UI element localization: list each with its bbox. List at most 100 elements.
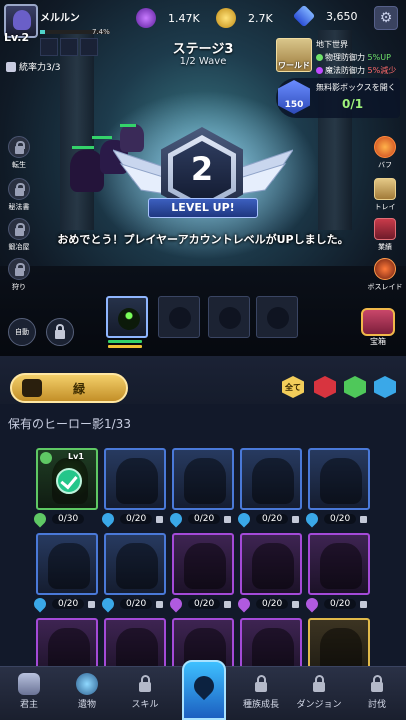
hero-portrait: [118, 308, 140, 330]
player-name: メルルン: [40, 13, 80, 24]
shard-counter: 0/20: [31, 595, 104, 613]
nav-race-growth[interactable]: 種族成長: [232, 667, 290, 720]
locked-hero-silhouette: [320, 543, 362, 589]
lock-icon: [292, 515, 300, 523]
empty-slot-silhouette: [169, 307, 191, 329]
shard-count: 0/20: [324, 599, 357, 609]
locked-hero-silhouette: [184, 543, 226, 589]
lock-icon: [8, 136, 30, 158]
hero-card[interactable]: [172, 448, 234, 510]
team-slot[interactable]: [256, 296, 298, 338]
treasure-chest-button[interactable]: 宝箱: [356, 308, 400, 347]
free-shadow-box-panel[interactable]: 150 無料影ボックスを開く 0/1: [276, 78, 400, 118]
hero-card[interactable]: [172, 533, 234, 595]
lock-icon: [224, 600, 232, 608]
hero-card[interactable]: Lv1: [36, 448, 98, 510]
settings-button[interactable]: ⚙: [374, 6, 398, 30]
gear-icon: ⚙: [379, 10, 393, 26]
side-label: ボスレイド: [367, 283, 403, 291]
hero-card[interactable]: [240, 448, 302, 510]
owned-count: 保有のヒーロー影1/33: [8, 417, 131, 431]
nav-label: 遺物: [77, 700, 96, 710]
nav-shadow-heroes[interactable]: [182, 660, 226, 720]
locked-hero-silhouette: [116, 543, 158, 589]
empty-slot-silhouette: [219, 307, 241, 329]
gold-coin-icon: [216, 8, 236, 28]
hero-card[interactable]: [104, 448, 166, 510]
auto-button[interactable]: 自動: [8, 318, 36, 346]
hood-icon: [13, 10, 31, 30]
side-label: 狩り: [12, 283, 26, 291]
purple-gem-value: 1.47K: [168, 11, 200, 25]
xp-bar-fill: [40, 30, 46, 34]
shadow-box-label: 無料影ボックスを開く: [316, 83, 396, 92]
lock-icon: [8, 258, 30, 280]
element-icon: [40, 452, 52, 464]
shard-counter: 0/20: [99, 595, 172, 613]
fist-icon: [18, 673, 40, 695]
shard-count: 0/20: [256, 599, 289, 609]
relic-icon: [76, 673, 98, 695]
lock-icon: [292, 600, 300, 608]
team-slot[interactable]: [208, 296, 250, 338]
shard-counter: 0/20: [235, 510, 308, 528]
shard-counter: 0/20: [99, 510, 172, 528]
nav-label: ダンジョン: [296, 700, 342, 710]
team-slot[interactable]: [106, 296, 148, 338]
nav-skills[interactable]: スキル: [116, 667, 174, 720]
lock-icon: [156, 600, 164, 608]
lock-icon: [8, 178, 30, 200]
side-label: 転生: [12, 161, 26, 169]
nav-subjugation[interactable]: 討伐: [348, 667, 406, 720]
shard-count: 0/20: [324, 514, 357, 524]
hero-card[interactable]: [308, 533, 370, 595]
locked-hero-silhouette: [252, 543, 294, 589]
purple-gem-icon: [136, 8, 156, 28]
xp-percent: 7.4%: [92, 28, 110, 36]
world-info: 地下世界 物理防御力 5%UP 魔法防御力 5%減少: [316, 38, 396, 77]
shard-counter: 0/30: [31, 510, 104, 528]
hero-card[interactable]: [308, 448, 370, 510]
lock-icon: [360, 515, 368, 523]
side-button-boss-raid[interactable]: ボスレイド: [366, 258, 404, 292]
side-label: 秘法書: [8, 203, 30, 211]
hero-level: Lv1: [68, 452, 84, 461]
nav-dungeon[interactable]: ダンジョン: [290, 667, 348, 720]
rarity-label: 緑: [72, 382, 85, 396]
side-button-rebirth[interactable]: 転生: [0, 136, 38, 170]
shard-count: 0/20: [120, 514, 153, 524]
purple-gem-counter[interactable]: 1.47K: [136, 8, 200, 28]
nav-lord[interactable]: 君主: [0, 667, 58, 720]
lock-icon: [308, 673, 330, 695]
lock-toggle-button[interactable]: [46, 318, 74, 346]
gold-counter[interactable]: 2.7K: [216, 8, 273, 28]
rarity-selector[interactable]: 緑: [10, 373, 128, 403]
team-slot[interactable]: [158, 296, 200, 338]
lock-icon: [88, 600, 96, 608]
shield-icon: [316, 54, 323, 61]
shard-count: 0/20: [52, 599, 85, 609]
nav-label: 君主: [19, 700, 38, 710]
shard-counter: 0/20: [167, 595, 240, 613]
blue-gem-counter[interactable]: 3,650: [292, 4, 358, 28]
shadow-box-progress: 0/1: [342, 97, 364, 111]
lock-icon: [360, 600, 368, 608]
nav-relics[interactable]: 遺物: [58, 667, 116, 720]
shadow-box-count: 150: [284, 100, 304, 110]
side-button-buff[interactable]: バフ: [366, 136, 404, 170]
scroll-icon: [374, 178, 396, 200]
hero-card[interactable]: [240, 533, 302, 595]
hero-card[interactable]: [36, 533, 98, 595]
lock-icon: [250, 673, 272, 695]
lock-icon: [156, 515, 164, 523]
locked-hero-silhouette: [48, 543, 90, 589]
shard-count: 0/20: [188, 599, 221, 609]
hero-card[interactable]: [104, 533, 166, 595]
enemy-hp-bar: [92, 136, 112, 139]
level-up-number: 2: [190, 150, 214, 188]
side-button-tray[interactable]: トレイ: [366, 178, 404, 212]
side-button-hunt[interactable]: 狩り: [0, 258, 38, 292]
magic-defense-value: 5%減少: [367, 66, 397, 75]
side-button-secret-book[interactable]: 秘法書: [0, 178, 38, 212]
lock-icon: [134, 673, 156, 695]
